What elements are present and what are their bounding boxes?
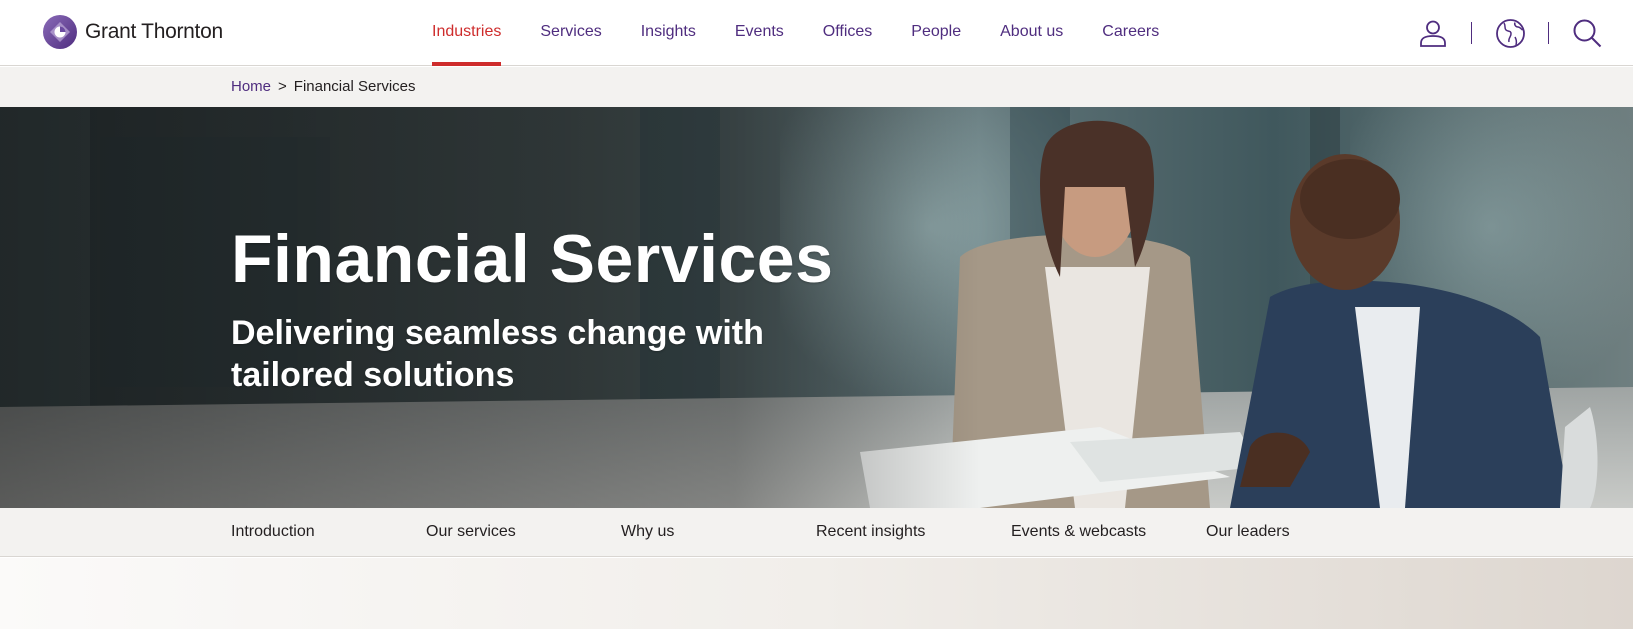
nav-people[interactable]: People: [911, 0, 961, 66]
tool-divider: [1471, 22, 1472, 44]
logo-mark-icon: [43, 15, 77, 49]
nav-services[interactable]: Services: [540, 0, 601, 66]
breadcrumb-separator: >: [278, 78, 287, 95]
content-background: [0, 558, 1633, 629]
logo-text: Grant Thornton: [85, 20, 223, 43]
nav-events[interactable]: Events: [735, 0, 784, 66]
nav-about-us[interactable]: About us: [1000, 0, 1063, 66]
globe-icon[interactable]: [1494, 17, 1526, 49]
hero-subtitle: Delivering seamless change with tailored…: [231, 314, 764, 394]
section-nav-our-leaders[interactable]: Our leaders: [1206, 508, 1290, 556]
section-nav: Introduction Our services Why us Recent …: [0, 508, 1633, 557]
nav-careers[interactable]: Careers: [1102, 0, 1159, 66]
hero-photo: [0, 107, 1633, 508]
breadcrumb-bar: Home > Financial Services: [0, 67, 1633, 107]
site-header: Grant Thornton Industries Services Insig…: [0, 0, 1633, 66]
breadcrumb-home-link[interactable]: Home: [231, 78, 271, 95]
grant-thornton-logo[interactable]: Grant Thornton: [43, 15, 223, 49]
nav-offices[interactable]: Offices: [823, 0, 873, 66]
header-tools: [1417, 16, 1603, 50]
nav-insights[interactable]: Insights: [641, 0, 696, 66]
breadcrumb: Home > Financial Services: [231, 67, 416, 107]
search-icon[interactable]: [1571, 17, 1603, 49]
nav-industries[interactable]: Industries: [432, 0, 502, 66]
hero-title: Financial Services: [231, 221, 834, 297]
section-nav-our-services[interactable]: Our services: [426, 508, 516, 556]
main-nav: Industries Services Insights Events Offi…: [432, 0, 1198, 66]
section-nav-recent-insights[interactable]: Recent insights: [816, 508, 925, 556]
hero-banner: Financial Services Delivering seamless c…: [0, 107, 1633, 508]
section-nav-events-webcasts[interactable]: Events & webcasts: [1011, 508, 1146, 556]
user-icon[interactable]: [1417, 17, 1449, 49]
section-nav-why-us[interactable]: Why us: [621, 508, 674, 556]
section-nav-introduction[interactable]: Introduction: [231, 508, 315, 556]
tool-divider: [1548, 22, 1549, 44]
breadcrumb-current: Financial Services: [293, 78, 416, 95]
